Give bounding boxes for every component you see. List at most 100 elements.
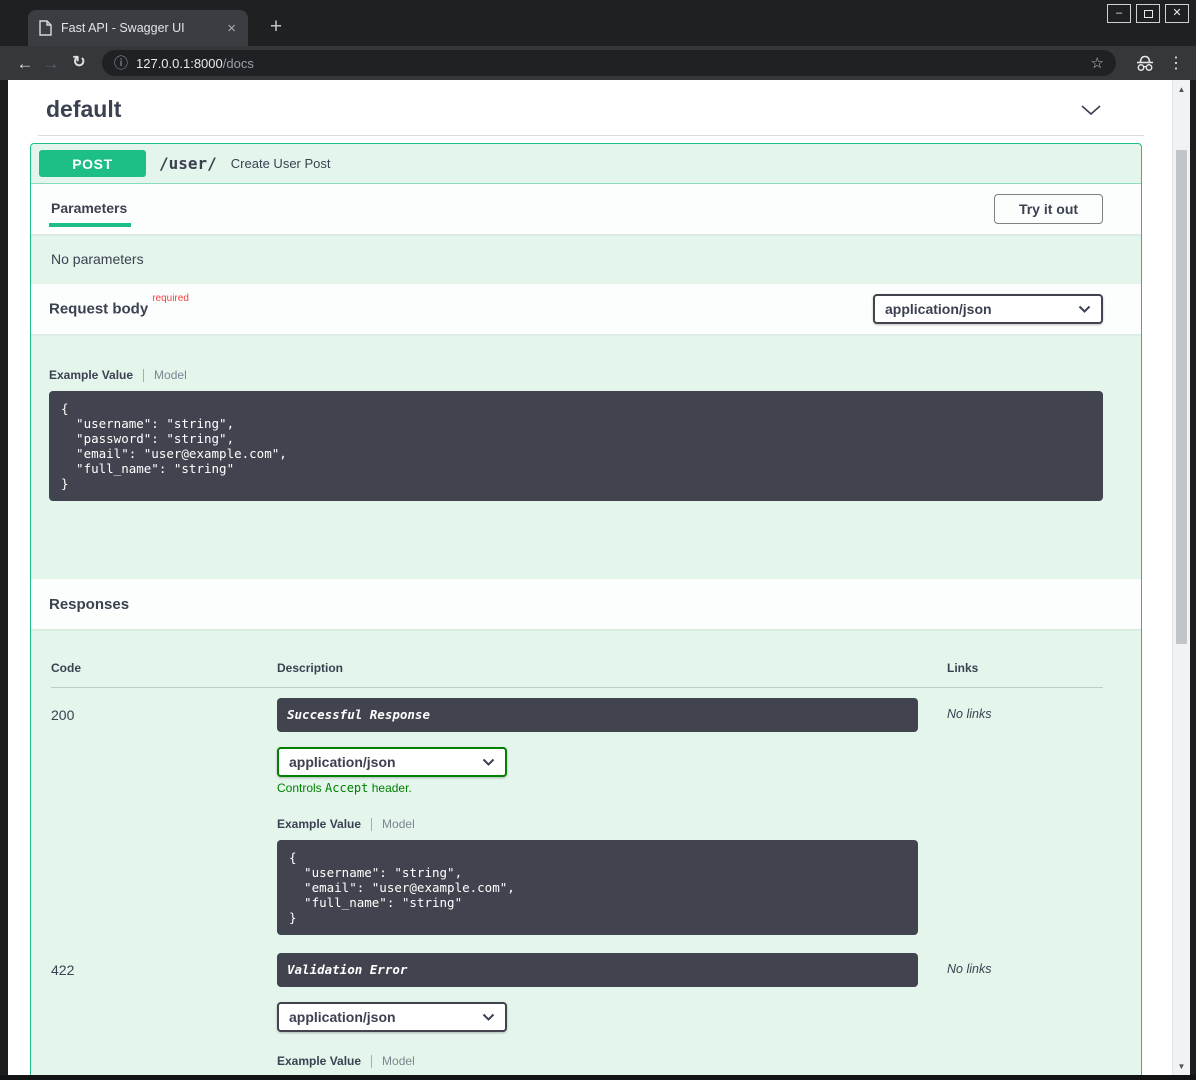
chevron-down-icon[interactable] [1080, 104, 1102, 116]
tab-separator [371, 818, 372, 831]
window-left-edge [0, 80, 8, 1080]
swagger-page: default POST /user/ Create User Post Par… [8, 80, 1172, 1080]
no-parameters-message: No parameters [31, 234, 1141, 284]
response-row-422: 422 Validation Error application/json Ex… [51, 943, 1103, 1080]
close-tab-icon[interactable]: × [225, 21, 238, 36]
incognito-icon [1134, 53, 1156, 73]
tab-title: Fast API - Swagger UI [61, 21, 225, 35]
scroll-up-icon[interactable]: ▲ [1173, 85, 1190, 94]
parameters-header: Parameters Try it out [31, 184, 1141, 234]
column-description: Description [277, 661, 918, 675]
request-body-title: Request body [49, 301, 148, 318]
tab-separator [143, 369, 144, 382]
tab-example-value[interactable]: Example Value [277, 817, 361, 831]
response-example-code[interactable]: { "username": "string", "email": "user@e… [277, 840, 918, 935]
tag-section-header[interactable]: default [38, 88, 1144, 136]
media-type-wrap: application/json Controls Accept header. [277, 747, 918, 795]
model-example-tabs: Example Value Model [277, 817, 918, 831]
response-content-type-select[interactable]: application/json [277, 1002, 507, 1032]
tab-example-value[interactable]: Example Value [49, 368, 133, 382]
request-body-title-wrap: Request bodyrequired [49, 299, 189, 318]
tab-model[interactable]: Model [382, 817, 415, 831]
accept-note-prefix: Controls [277, 781, 325, 795]
chevron-down-icon [1078, 305, 1091, 313]
chevron-down-icon [482, 1013, 495, 1021]
request-body-section: Example Value Model { "username": "strin… [31, 334, 1141, 501]
address-bar[interactable]: ⓘ 127.0.0.1:8000/docs ☆ [102, 50, 1116, 76]
accept-note-suffix: header. [368, 781, 411, 795]
try-it-out-button[interactable]: Try it out [994, 194, 1103, 224]
column-links: Links [918, 661, 1103, 675]
tab-example-value[interactable]: Example Value [277, 1054, 361, 1068]
request-body-header: Request bodyrequired application/json [31, 284, 1141, 334]
new-tab-button[interactable]: + [262, 12, 290, 42]
accept-header-note: Controls Accept header. [277, 781, 918, 795]
window-right-edge [1190, 80, 1196, 1080]
window-controls: – ✕ [1102, 4, 1189, 23]
content-type-value: application/json [289, 754, 396, 770]
model-example-tabs: Example Value Model [277, 1054, 918, 1068]
forward-button[interactable]: → [38, 55, 64, 72]
back-button[interactable]: ← [12, 55, 38, 72]
response-description-text: Validation Error [287, 964, 407, 977]
response-content-type-select[interactable]: application/json [277, 747, 507, 777]
chevron-down-icon [482, 758, 495, 766]
maximize-button[interactable] [1136, 4, 1160, 23]
tab-model[interactable]: Model [154, 368, 187, 382]
operation-summary[interactable]: POST /user/ Create User Post [31, 144, 1141, 184]
response-links: No links [918, 953, 1103, 1080]
operation-post-user: POST /user/ Create User Post Parameters … [30, 143, 1142, 1080]
media-type-wrap: application/json [277, 1002, 918, 1032]
parameters-active-underline [49, 223, 131, 227]
response-description-cell: Validation Error application/json Exampl… [277, 953, 918, 1080]
operation-summary-text: Create User Post [231, 156, 331, 171]
response-links: No links [918, 698, 1103, 935]
minimize-icon: – [1116, 8, 1122, 19]
response-description-box: Validation Error [277, 953, 918, 987]
response-code: 422 [51, 953, 277, 1080]
url-host: 127.0.0.1:8000 [136, 56, 223, 71]
page-content: default POST /user/ Create User Post Par… [0, 80, 1196, 1080]
response-row-200: 200 Successful Response application/json… [51, 688, 1103, 935]
tab-model[interactable]: Model [382, 1054, 415, 1068]
required-label: required [152, 293, 189, 304]
response-description-text: Successful Response [287, 709, 430, 722]
response-description-box: Successful Response [277, 698, 918, 732]
tag-title: default [46, 96, 121, 123]
content-type-value: application/json [289, 1009, 396, 1025]
browser-window: Fast API - Swagger UI × + – ✕ ← → ↻ ⓘ 12… [0, 0, 1196, 1080]
minimize-button[interactable]: – [1107, 4, 1131, 23]
info-icon[interactable]: ⓘ [114, 53, 128, 73]
maximize-icon [1144, 10, 1153, 18]
close-icon: ✕ [1172, 8, 1181, 19]
browser-toolbar: ← → ↻ ⓘ 127.0.0.1:8000/docs ☆ ⋮ [0, 46, 1196, 80]
column-code: Code [51, 661, 277, 675]
browser-menu-icon[interactable]: ⋮ [1168, 53, 1184, 73]
screen-bottom-edge [0, 1075, 1196, 1080]
url-text: 127.0.0.1:8000/docs [136, 56, 254, 71]
response-code: 200 [51, 698, 277, 935]
close-window-button[interactable]: ✕ [1165, 4, 1189, 23]
browser-tab[interactable]: Fast API - Swagger UI × [28, 10, 248, 46]
scrollbar-thumb[interactable] [1176, 150, 1187, 644]
request-body-example-code[interactable]: { "username": "string", "password": "str… [49, 391, 1103, 501]
content-type-value: application/json [885, 301, 992, 317]
parameters-title: Parameters [49, 200, 131, 216]
model-example-tabs: Example Value Model [49, 368, 1103, 382]
page-icon [38, 20, 52, 36]
responses-table-header: Code Description Links [51, 661, 1103, 688]
request-body-content-type-select[interactable]: application/json [873, 294, 1103, 324]
reload-button[interactable]: ↻ [66, 55, 92, 71]
browser-titlebar: Fast API - Swagger UI × + – ✕ [0, 0, 1196, 46]
responses-header: Responses [31, 579, 1141, 629]
vertical-scrollbar[interactable]: ▲ ▼ [1172, 80, 1190, 1080]
method-badge: POST [39, 150, 146, 177]
tab-parameters[interactable]: Parameters [49, 192, 131, 227]
url-path: /docs [223, 56, 254, 71]
bookmark-star-icon[interactable]: ☆ [1091, 54, 1104, 72]
accept-note-code: Accept [325, 781, 368, 795]
tab-separator [371, 1055, 372, 1068]
responses-title: Responses [49, 596, 129, 613]
scroll-down-icon[interactable]: ▼ [1173, 1062, 1190, 1071]
responses-table: Code Description Links 200 Successful Re… [31, 629, 1141, 1080]
